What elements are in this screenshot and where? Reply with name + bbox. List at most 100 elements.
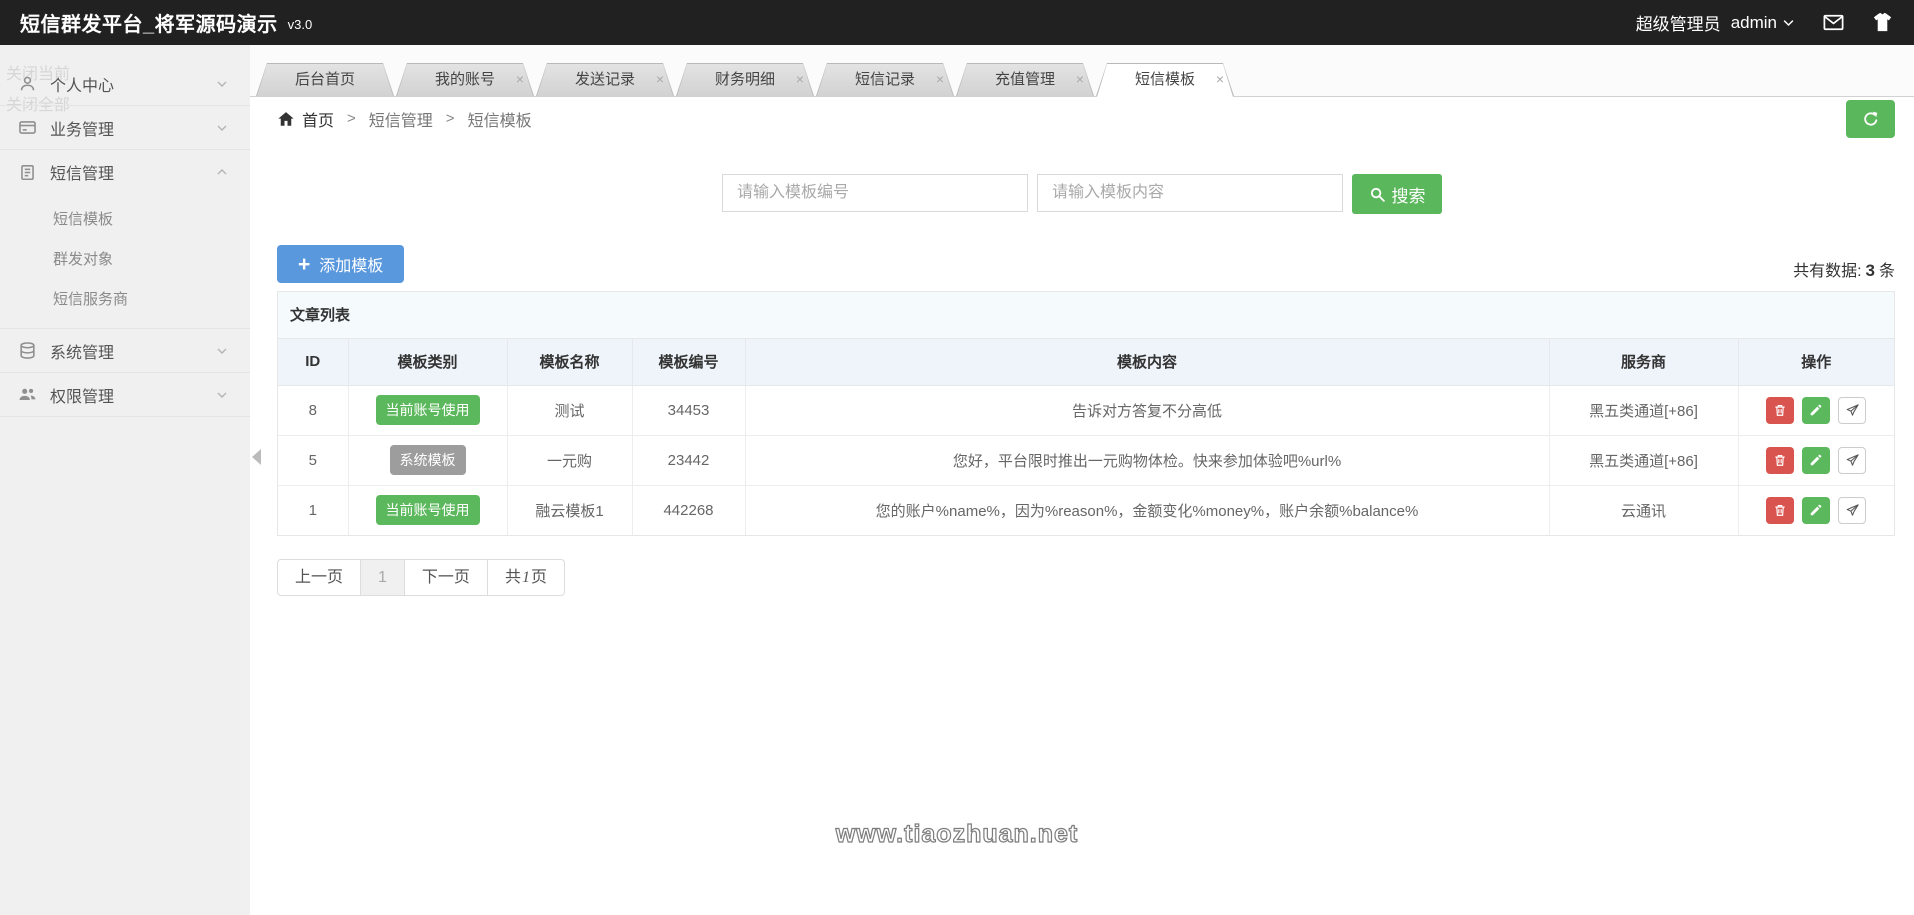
cell-name: 测试 xyxy=(507,385,632,435)
prev-page-button[interactable]: 上一页 xyxy=(277,559,361,596)
close-icon[interactable] xyxy=(516,63,524,96)
mail-icon[interactable] xyxy=(1822,11,1845,34)
sidebar-item-bulk-targets[interactable]: 群发对象 xyxy=(0,240,250,280)
breadcrumb-home[interactable]: 首页 xyxy=(277,107,334,131)
cell-actions xyxy=(1738,485,1894,535)
panel-title: 文章列表 xyxy=(278,292,1894,339)
col-header-provider: 服务商 xyxy=(1549,339,1738,385)
sidebar-item-permission-mgmt[interactable]: 权限管理 xyxy=(0,373,250,417)
delete-icon xyxy=(1773,403,1787,417)
col-header-code: 模板编号 xyxy=(632,339,745,385)
edit-button[interactable] xyxy=(1802,447,1830,474)
delete-button[interactable] xyxy=(1766,497,1794,524)
edit-button[interactable] xyxy=(1802,397,1830,424)
tab-backend-home[interactable]: 后台首页 xyxy=(256,63,394,96)
close-icon[interactable] xyxy=(796,63,804,96)
credit-card-icon xyxy=(18,117,39,138)
sidebar-item-sms-mgmt[interactable]: 短信管理 xyxy=(0,150,250,194)
tshirt-icon[interactable] xyxy=(1871,11,1894,34)
breadcrumb-separator: > xyxy=(347,110,356,127)
delete-button[interactable] xyxy=(1766,397,1794,424)
status-badge: 系统模板 xyxy=(390,445,466,475)
template-content-input[interactable] xyxy=(1037,174,1343,212)
content-area: 搜索 添加模板 共有数据:3条 文章列表 xyxy=(250,140,1914,596)
sidebar-item-label: 业务管理 xyxy=(50,116,114,140)
tab-send-records[interactable]: 发送记录 xyxy=(536,63,674,96)
user-menu[interactable]: admin xyxy=(1731,13,1796,33)
template-table: ID 模板类别 模板名称 模板编号 模板内容 服务商 操作 8 当前账号使用 xyxy=(278,339,1894,535)
send-button[interactable] xyxy=(1838,497,1866,524)
delete-button[interactable] xyxy=(1766,447,1794,474)
table-row: 5 系统模板 一元购 23442 您好，平台限时推出一元购物体检。快来参加体验吧… xyxy=(278,435,1894,485)
cell-id: 1 xyxy=(278,485,348,535)
next-page-button[interactable]: 下一页 xyxy=(405,559,488,596)
send-button[interactable] xyxy=(1838,397,1866,424)
close-icon[interactable] xyxy=(1076,63,1084,96)
refresh-icon xyxy=(1861,109,1881,129)
tab-finance-detail[interactable]: 财务明细 xyxy=(676,63,814,96)
database-icon xyxy=(18,340,39,361)
cell-content: 您的账户%name%，因为%reason%，金额变化%money%，账户余额%b… xyxy=(745,485,1549,535)
sidebar-item-business-mgmt[interactable]: 业务管理 xyxy=(0,106,250,150)
template-no-input[interactable] xyxy=(722,174,1028,212)
cell-type: 系统模板 xyxy=(348,435,507,485)
status-badge: 当前账号使用 xyxy=(376,395,480,425)
send-button[interactable] xyxy=(1838,447,1866,474)
close-icon[interactable] xyxy=(1216,63,1224,96)
sidebar-item-sms-template[interactable]: 短信模板 xyxy=(0,200,250,240)
tab-sms-records[interactable]: 短信记录 xyxy=(816,63,954,96)
cell-code: 23442 xyxy=(632,435,745,485)
close-icon[interactable] xyxy=(936,63,944,96)
add-template-button[interactable]: 添加模板 xyxy=(277,245,404,283)
cell-actions xyxy=(1738,385,1894,435)
tab-recharge-mgmt[interactable]: 充值管理 xyxy=(956,63,1094,96)
cell-code: 34453 xyxy=(632,385,745,435)
edit-icon xyxy=(1809,403,1823,417)
users-icon xyxy=(18,384,39,405)
tab-my-account[interactable]: 我的账号 xyxy=(396,63,534,96)
sidebar-submenu-sms: 短信模板 群发对象 短信服务商 xyxy=(0,194,250,329)
search-button[interactable]: 搜索 xyxy=(1352,174,1442,214)
cell-code: 442268 xyxy=(632,485,745,535)
chevron-down-icon xyxy=(214,343,230,359)
cell-provider: 黑五类通道[+86] xyxy=(1549,385,1738,435)
watermark: www.tiaozhuan.net xyxy=(0,820,1914,849)
chevron-down-icon xyxy=(214,120,230,136)
cell-name: 融云模板1 xyxy=(507,485,632,535)
plus-icon xyxy=(298,254,310,275)
refresh-button[interactable] xyxy=(1846,100,1895,138)
app-version: v3.0 xyxy=(288,17,313,32)
sidebar-item-label: 个人中心 xyxy=(50,72,114,96)
cell-name: 一元购 xyxy=(507,435,632,485)
page-number-1[interactable]: 1 xyxy=(361,559,405,596)
sidebar-item-sms-providers[interactable]: 短信服务商 xyxy=(0,280,250,320)
sidebar-collapse-arrow-icon[interactable] xyxy=(252,449,261,465)
col-header-actions: 操作 xyxy=(1738,339,1894,385)
cell-content: 您好，平台限时推出一元购物体检。快来参加体验吧%url% xyxy=(745,435,1549,485)
send-icon xyxy=(1845,403,1860,418)
search-icon xyxy=(1369,186,1386,203)
total-pages: 共1页 xyxy=(488,559,565,596)
send-icon xyxy=(1845,503,1860,518)
tabbar: 后台首页 我的账号 发送记录 财务明细 短信记录 充值管理 xyxy=(250,45,1914,97)
cell-provider: 云通讯 xyxy=(1549,485,1738,535)
caret-down-icon xyxy=(1781,15,1796,30)
table-header-row: ID 模板类别 模板名称 模板编号 模板内容 服务商 操作 xyxy=(278,339,1894,385)
sidebar: 关闭当前 关闭全部 个人中心 业务管理 短信管理 xyxy=(0,45,250,915)
tab-sms-template[interactable]: 短信模板 xyxy=(1096,63,1234,96)
edit-button[interactable] xyxy=(1802,497,1830,524)
breadcrumb-sms-mgmt[interactable]: 短信管理 xyxy=(369,107,433,131)
breadcrumb-sms-template[interactable]: 短信模板 xyxy=(468,107,532,131)
table-row: 8 当前账号使用 测试 34453 告诉对方答复不分高低 黑五类通道[+86] xyxy=(278,385,1894,435)
home-icon xyxy=(277,110,295,128)
delete-icon xyxy=(1773,453,1787,467)
document-icon xyxy=(18,162,39,183)
sidebar-item-label: 系统管理 xyxy=(50,339,114,363)
sidebar-item-system-mgmt[interactable]: 系统管理 xyxy=(0,329,250,373)
chevron-down-icon xyxy=(214,76,230,92)
close-icon[interactable] xyxy=(656,63,664,96)
sidebar-item-personal-center[interactable]: 个人中心 xyxy=(0,62,250,106)
send-icon xyxy=(1845,453,1860,468)
cell-id: 8 xyxy=(278,385,348,435)
cell-actions xyxy=(1738,435,1894,485)
